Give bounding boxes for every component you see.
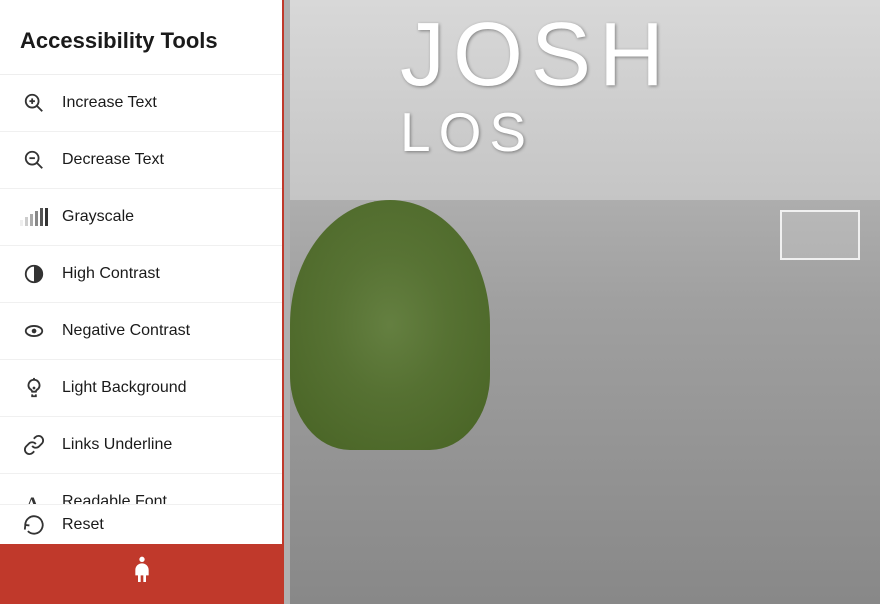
hero-line1: JOSH [400, 10, 672, 100]
accessibility-figure-icon [126, 554, 158, 594]
magnify-plus-icon [20, 89, 48, 117]
grayscale-label: Grayscale [62, 208, 134, 226]
light-background-item[interactable]: Light Background [0, 360, 282, 417]
decrease-text-label: Decrease Text [62, 151, 164, 169]
accessibility-trigger-button[interactable] [0, 544, 284, 604]
high-contrast-item[interactable]: High Contrast [0, 246, 282, 303]
links-underline-item[interactable]: Links Underline [0, 417, 282, 474]
reset-item[interactable]: Reset [0, 504, 284, 544]
increase-text-item[interactable]: Increase Text [0, 75, 282, 132]
panel-header: Accessibility Tools [0, 0, 282, 75]
high-contrast-label: High Contrast [62, 265, 160, 283]
link-icon [20, 431, 48, 459]
accessibility-panel: Accessibility Tools Increase Text [0, 0, 284, 604]
hero-line2: LOS [400, 105, 672, 160]
top-right-button[interactable] [780, 210, 860, 260]
light-background-label: Light Background [62, 379, 187, 397]
hero-text: JOSH LOS [400, 10, 672, 160]
high-contrast-icon [20, 260, 48, 288]
reset-label: Reset [62, 516, 104, 534]
bulb-icon [20, 374, 48, 402]
grayscale-icon [20, 203, 48, 231]
grayscale-item[interactable]: Grayscale [0, 189, 282, 246]
panel-title: Accessibility Tools [20, 28, 262, 54]
magnify-minus-icon [20, 146, 48, 174]
negative-contrast-label: Negative Contrast [62, 322, 190, 340]
reset-icon [20, 511, 48, 539]
links-underline-label: Links Underline [62, 436, 172, 454]
increase-text-label: Increase Text [62, 94, 157, 112]
eye-icon [20, 317, 48, 345]
negative-contrast-item[interactable]: Negative Contrast [0, 303, 282, 360]
accessibility-tools-list: Increase Text Decrease Text [0, 75, 282, 531]
decrease-text-item[interactable]: Decrease Text [0, 132, 282, 189]
